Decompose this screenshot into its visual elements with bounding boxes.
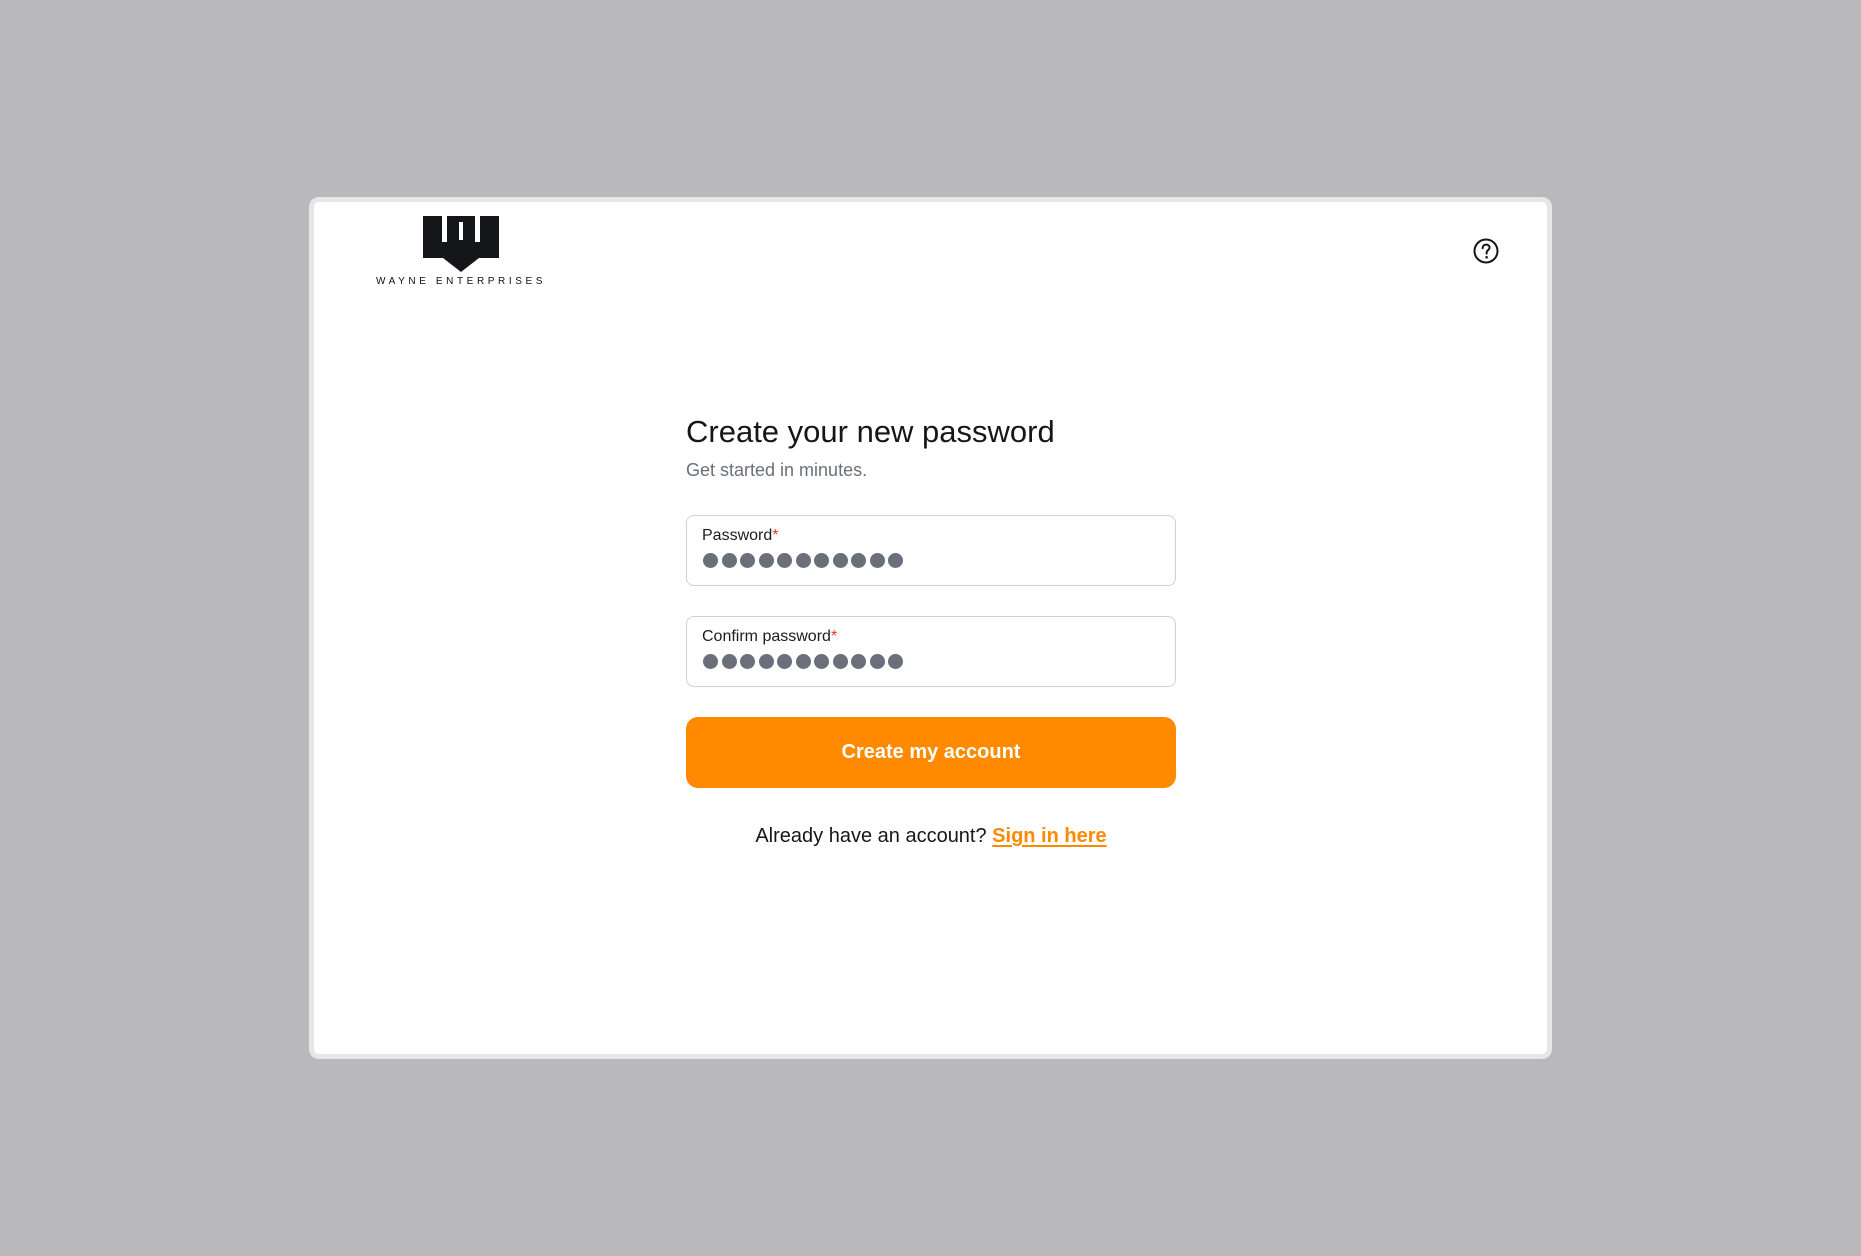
create-account-button[interactable]: Create my account	[686, 717, 1176, 788]
signin-link[interactable]: Sign in here	[992, 825, 1106, 847]
password-dot	[888, 553, 903, 568]
password-dot	[814, 654, 829, 669]
password-dot	[832, 654, 848, 669]
help-icon[interactable]	[1472, 237, 1500, 265]
brand-logo: WAYNE ENTERPRISES	[371, 216, 551, 287]
create-password-form: Create your new password Get started in …	[686, 412, 1176, 848]
password-dot	[721, 654, 737, 669]
signin-row: Already have an account? Sign in here	[686, 825, 1176, 848]
password-dot	[795, 553, 811, 568]
dialog-window: WAYNE ENTERPRISES Create your new passwo…	[309, 197, 1552, 1059]
brand-name: WAYNE ENTERPRISES	[375, 276, 547, 287]
wayne-w-shield-icon	[423, 216, 499, 272]
password-dot	[758, 553, 774, 568]
signin-prompt: Already have an account?	[755, 825, 993, 847]
password-dot	[777, 654, 792, 669]
page-title: Create your new password	[686, 414, 1055, 449]
password-dot	[795, 654, 811, 669]
confirm-password-label: Confirm password*	[702, 628, 838, 645]
password-dot	[703, 553, 718, 568]
page-subtitle: Get started in minutes.	[686, 460, 868, 480]
required-mark: *	[772, 527, 779, 544]
password-dot	[721, 553, 737, 568]
confirm-password-field[interactable]: Confirm password*	[686, 616, 1176, 687]
password-dot	[888, 654, 903, 669]
password-dot	[740, 553, 755, 568]
password-dot	[869, 553, 885, 568]
password-dot	[703, 654, 718, 669]
password-dot	[851, 553, 866, 568]
confirm-password-masked-value	[703, 654, 903, 669]
password-dot	[758, 654, 774, 669]
password-label: Password*	[702, 527, 779, 544]
password-dot	[851, 654, 866, 669]
required-mark: *	[830, 628, 838, 645]
password-dot	[777, 553, 792, 568]
password-dot	[832, 553, 848, 568]
password-dot	[869, 654, 885, 669]
password-masked-value	[703, 553, 903, 568]
password-dot	[814, 553, 829, 568]
password-field[interactable]: Password*	[686, 515, 1176, 586]
password-dot	[740, 654, 755, 669]
